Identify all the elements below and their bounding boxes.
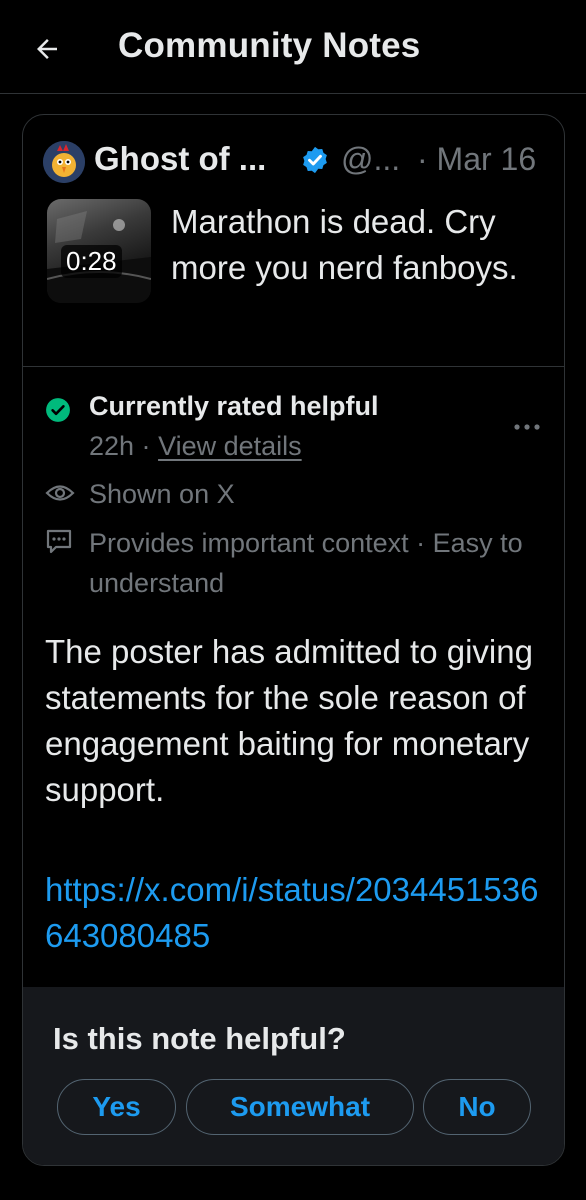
- more-options-button[interactable]: [507, 415, 547, 439]
- helpfulness-question: Is this note helpful?: [53, 1021, 346, 1056]
- rate-no-button[interactable]: No: [423, 1079, 531, 1135]
- app-header: Community Notes: [0, 0, 586, 94]
- author-name[interactable]: Ghost of ...: [94, 140, 266, 178]
- note-meta: 22h · View details: [89, 431, 302, 462]
- community-note-card: Ghost of ... @... · Mar 16 0:28 Marathon…: [22, 114, 565, 1166]
- page-title: Community Notes: [118, 26, 421, 65]
- arrow-left-icon: [37, 39, 57, 59]
- tweet-text: Marathon is dead. Cry more you nerd fanb…: [171, 203, 518, 286]
- note-source-link[interactable]: https://x.com/i/status/20344515366430804…: [45, 867, 550, 959]
- note-body: The poster has admitted to giving statem…: [45, 633, 533, 808]
- video-duration: 0:28: [61, 245, 122, 278]
- rate-somewhat-button[interactable]: Somewhat: [186, 1079, 414, 1135]
- author-handle[interactable]: @...: [341, 141, 400, 178]
- view-details-link[interactable]: View details: [158, 431, 302, 461]
- rating-reasons: Provides important context · Easy to und…: [89, 528, 523, 598]
- video-thumbnail[interactable]: 0:28: [47, 199, 151, 303]
- shown-on-label: Shown on X: [89, 479, 235, 509]
- verified-badge-icon: [303, 146, 327, 174]
- avatar[interactable]: [43, 141, 85, 183]
- more-horizontal-icon: [514, 424, 540, 430]
- eye-icon: [45, 485, 75, 501]
- check-circle-icon: [46, 398, 70, 422]
- message-dots-icon: [46, 529, 72, 554]
- tweet-date: · Mar 16: [417, 141, 537, 177]
- rate-yes-button[interactable]: Yes: [57, 1079, 176, 1135]
- note-age: 22h ·: [89, 431, 151, 461]
- note-status: Currently rated helpful: [89, 391, 379, 421]
- back-button[interactable]: [24, 26, 70, 72]
- quoted-tweet[interactable]: Ghost of ... @... · Mar 16 0:28 Marathon…: [23, 115, 564, 367]
- helpfulness-prompt: Is this note helpful? Yes Somewhat No: [23, 987, 564, 1165]
- rooster-avatar-icon: [43, 141, 85, 183]
